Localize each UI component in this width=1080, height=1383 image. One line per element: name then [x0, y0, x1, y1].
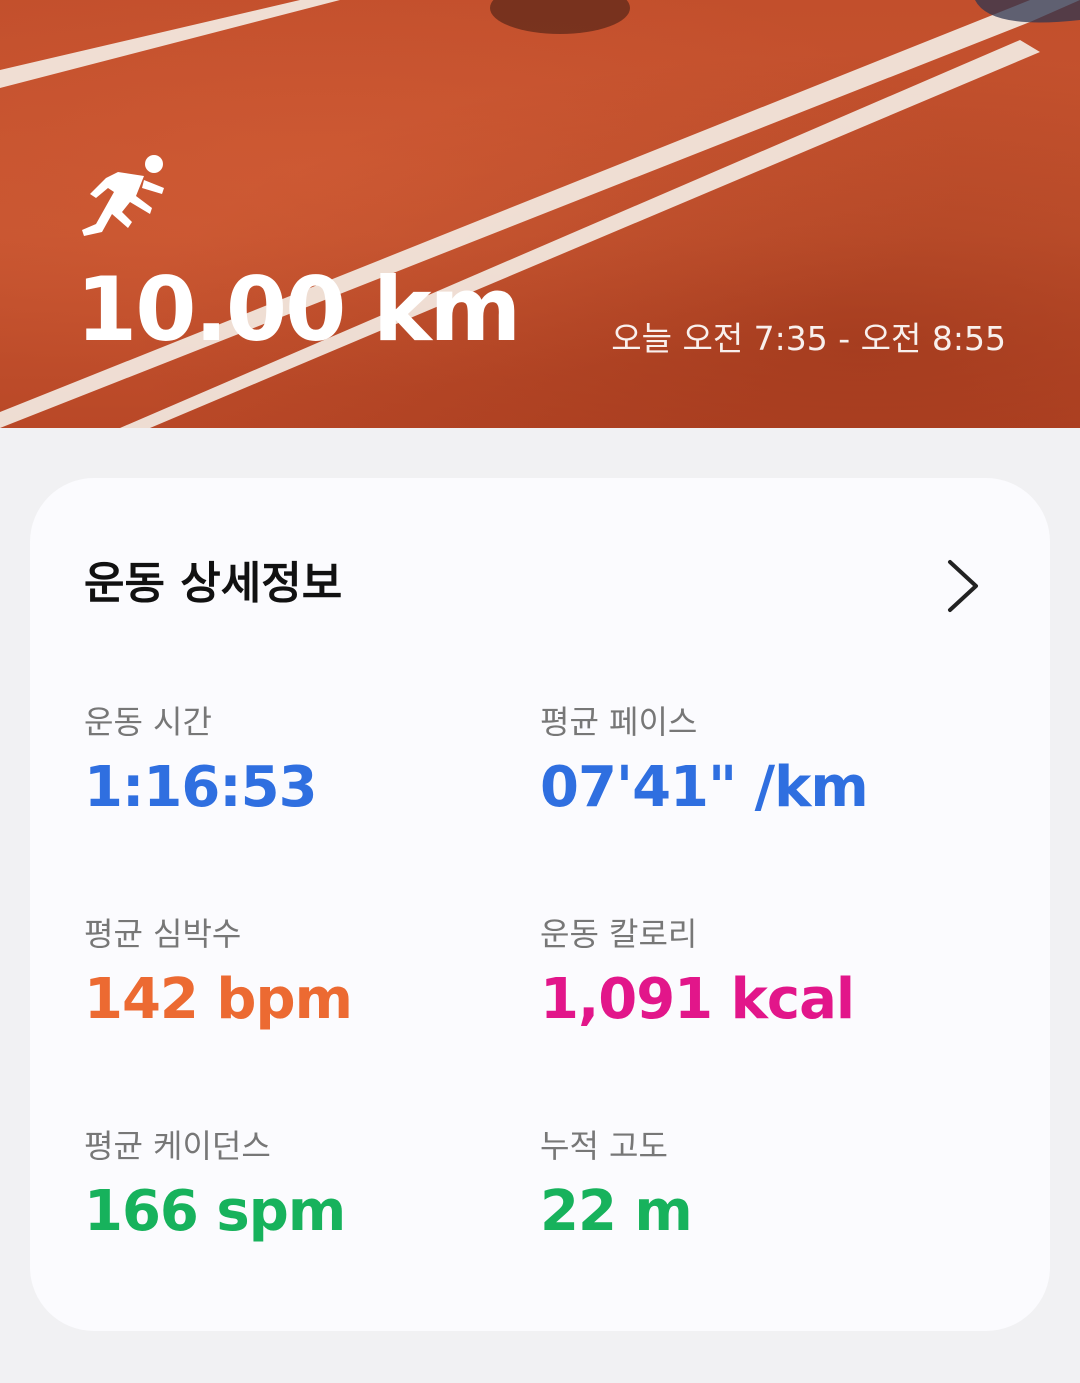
- stat-value: 1,091 kcal: [540, 972, 960, 1028]
- stat-label: 평균 케이던스: [84, 1127, 271, 1165]
- stat-average-heart-rate: 평균 심박수 142 bpm: [84, 918, 504, 1028]
- stat-unit: kcal: [712, 967, 855, 1032]
- distance-value: 10.00 km: [76, 258, 521, 361]
- card-title: 운동 상세정보: [84, 558, 343, 609]
- stat-number: 22: [540, 1179, 617, 1244]
- stat-average-pace: 평균 페이스 07'41" /km: [540, 706, 960, 816]
- stat-workout-time: 운동 시간 1:16:53: [84, 706, 504, 816]
- stat-unit: /km: [736, 755, 869, 820]
- stat-number: 166: [84, 1179, 199, 1244]
- workout-time-range: 오늘 오전 7:35 - 오전 8:55: [611, 319, 1006, 358]
- stat-average-cadence: 평균 케이던스 166 spm: [84, 1130, 504, 1240]
- chevron-right-icon[interactable]: [942, 556, 986, 616]
- stat-value: 22 m: [540, 1184, 960, 1240]
- stat-label: 운동 시간: [84, 703, 212, 741]
- stat-label: 평균 심박수: [84, 915, 242, 953]
- workout-header: 10.00 km 오늘 오전 7:35 - 오전 8:55: [0, 0, 1080, 428]
- stat-number: 1:16:53: [84, 755, 318, 820]
- stat-label: 운동 칼로리: [540, 915, 698, 953]
- stat-number: 142: [84, 967, 199, 1032]
- running-person-icon: [82, 155, 164, 236]
- stat-unit: m: [615, 1179, 692, 1244]
- stat-unit: spm: [197, 1179, 346, 1244]
- stat-calories: 운동 칼로리 1,091 kcal: [540, 918, 960, 1028]
- stat-value: 07'41" /km: [540, 760, 960, 816]
- stat-value: 1:16:53: [84, 760, 504, 816]
- workout-details-card[interactable]: 운동 상세정보 운동 시간 1:16:53 평균 페이스 07'41" /km …: [30, 478, 1050, 1331]
- stat-unit: bpm: [197, 967, 353, 1032]
- stat-label: 누적 고도: [540, 1127, 668, 1165]
- stat-label: 평균 페이스: [540, 703, 698, 741]
- stat-number: 07'41": [540, 755, 737, 820]
- stat-elevation-gain: 누적 고도 22 m: [540, 1130, 960, 1240]
- stat-value: 166 spm: [84, 1184, 504, 1240]
- stat-number: 1,091: [540, 967, 713, 1032]
- stat-value: 142 bpm: [84, 972, 504, 1028]
